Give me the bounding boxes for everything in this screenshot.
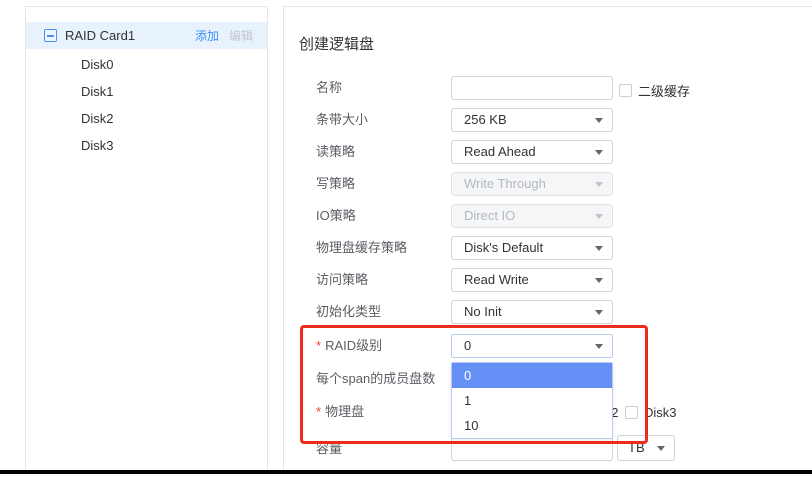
raid-level-option-10[interactable]: 10 [452,413,612,438]
secondary-cache-checkbox[interactable] [619,84,632,97]
io-policy-select: Direct IO [451,204,613,228]
disk-cache-policy-label: 物理盘缓存策略 [316,236,407,260]
capacity-unit-select[interactable]: TB [617,435,675,461]
raid-level-select[interactable]: 0 [451,334,613,358]
physical-disks-label-text: 物理盘 [325,404,364,419]
raid-level-value: 0 [464,338,471,353]
init-type-value: No Init [464,304,502,319]
stripe-size-label: 条带大小 [316,108,368,132]
form-row-stripe-size: 条带大小 256 KB [284,108,812,132]
tree-item-disk0[interactable]: Disk0 [26,51,267,78]
form-row-access-policy: 访问策略 Read Write [284,268,812,292]
bottom-border-rule [0,470,812,474]
write-policy-value: Write Through [464,176,546,191]
tree-item-disk1[interactable]: Disk1 [26,78,267,105]
collapse-minus-icon[interactable] [44,29,57,42]
io-policy-value: Direct IO [464,208,515,223]
form-row-write-policy: 写策略 Write Through [284,172,812,196]
capacity-label: 容量 [316,437,342,461]
form-row-read-policy: 读策略 Read Ahead [284,140,812,164]
chevron-down-icon [595,118,603,123]
create-logical-disk-panel: 创建逻辑盘 名称 二级缓存 条带大小 256 KB 读策略 Read Ahead [283,6,812,470]
write-policy-label: 写策略 [316,172,355,196]
disk-cache-policy-value: Disk's Default [464,240,543,255]
access-policy-select[interactable]: Read Write [451,268,613,292]
disk-tree-panel: RAID Card1 添加 编辑 Disk0 Disk1 Disk2 Disk3 [25,6,268,470]
read-policy-label: 读策略 [316,140,355,164]
raid-card-label: RAID Card1 [65,28,135,43]
capacity-unit-value: TB [628,440,645,455]
form-row-init-type: 初始化类型 No Init [284,300,812,324]
required-asterisk: * [316,404,321,419]
chevron-down-icon [595,150,603,155]
form-row-io-policy: IO策略 Direct IO [284,204,812,228]
stripe-size-select[interactable]: 256 KB [451,108,613,132]
disk3-checkbox-label: Disk3 [644,405,677,420]
secondary-cache-label: 二级缓存 [638,81,690,100]
raid-level-option-0[interactable]: 0 [452,363,612,388]
raid-config-screen: RAID Card1 添加 编辑 Disk0 Disk1 Disk2 Disk3… [0,0,812,479]
name-input[interactable] [451,76,613,100]
chevron-down-icon [595,246,603,251]
access-policy-label: 访问策略 [316,268,368,292]
name-label: 名称 [316,76,342,100]
tree-item-disk3[interactable]: Disk3 [26,132,267,159]
init-type-select[interactable]: No Init [451,300,613,324]
chevron-down-icon [595,344,603,349]
raid-level-label: * RAID级别 [316,334,382,358]
disk3-checkbox-item[interactable]: Disk3 [625,405,677,420]
capacity-input[interactable] [451,437,613,461]
io-policy-label: IO策略 [316,204,356,228]
stripe-size-value: 256 KB [464,112,507,127]
form-row-capacity: 容量 TB [284,437,812,461]
chevron-down-icon [595,182,603,187]
chevron-down-icon [657,446,665,451]
read-policy-select[interactable]: Read Ahead [451,140,613,164]
chevron-down-icon [595,310,603,315]
raid-level-dropdown-list: 0 1 10 [451,362,613,439]
write-policy-select: Write Through [451,172,613,196]
span-members-label: 每个span的成员盘数 [316,367,435,391]
form-row-disk-cache-policy: 物理盘缓存策略 Disk's Default [284,236,812,260]
edit-link[interactable]: 编辑 [229,27,253,44]
init-type-label: 初始化类型 [316,300,381,324]
form-row-name: 名称 二级缓存 [284,76,812,100]
disk-list: Disk0 Disk1 Disk2 Disk3 [26,51,267,159]
chevron-down-icon [595,278,603,283]
tree-item-disk2[interactable]: Disk2 [26,105,267,132]
read-policy-value: Read Ahead [464,144,536,159]
add-link[interactable]: 添加 [195,27,219,44]
page-title: 创建逻辑盘 [299,33,374,54]
form-row-raid-level: * RAID级别 0 [284,334,812,358]
raid-level-option-1[interactable]: 1 [452,388,612,413]
disk-cache-policy-select[interactable]: Disk's Default [451,236,613,260]
disk3-checkbox[interactable] [625,406,638,419]
physical-disks-label: * 物理盘 [316,400,364,424]
raid-level-label-text: RAID级别 [325,338,382,353]
tree-node-raid-card1[interactable]: RAID Card1 添加 编辑 [26,22,267,49]
chevron-down-icon [595,214,603,219]
access-policy-value: Read Write [464,272,529,287]
required-asterisk: * [316,338,321,353]
